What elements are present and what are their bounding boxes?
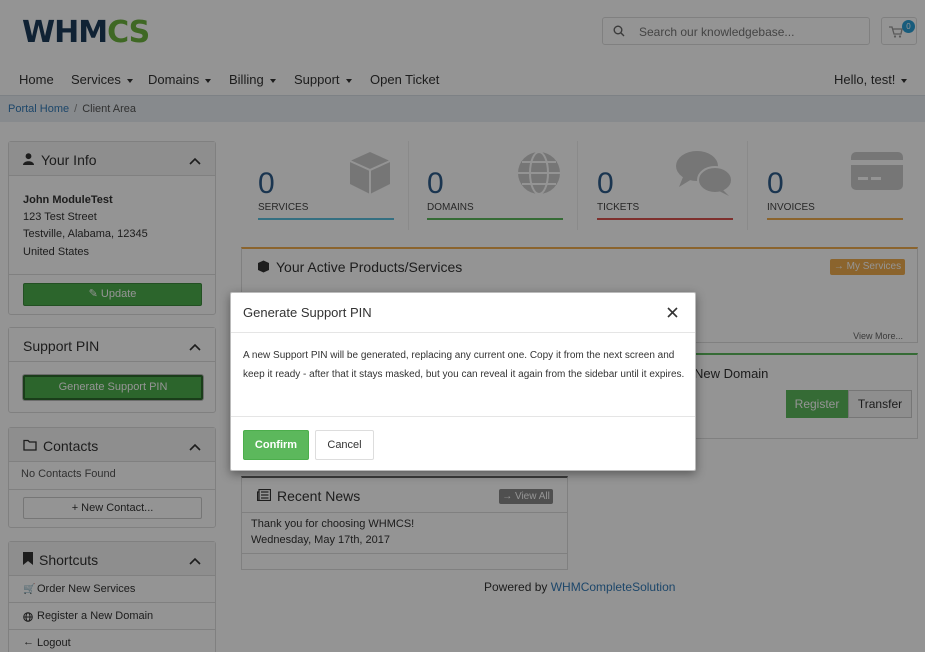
modal-title: Generate Support PIN xyxy=(243,305,372,320)
generate-support-pin-modal: Generate Support PIN A new Support PIN w… xyxy=(230,292,696,471)
cancel-button[interactable]: Cancel xyxy=(315,430,374,460)
close-icon[interactable] xyxy=(667,307,678,321)
modal-footer: Confirm Cancel xyxy=(231,416,695,471)
modal-body-text: A new Support PIN will be generated, rep… xyxy=(243,350,685,380)
confirm-button[interactable]: Confirm xyxy=(243,430,309,460)
modal-header: Generate Support PIN xyxy=(231,293,695,333)
